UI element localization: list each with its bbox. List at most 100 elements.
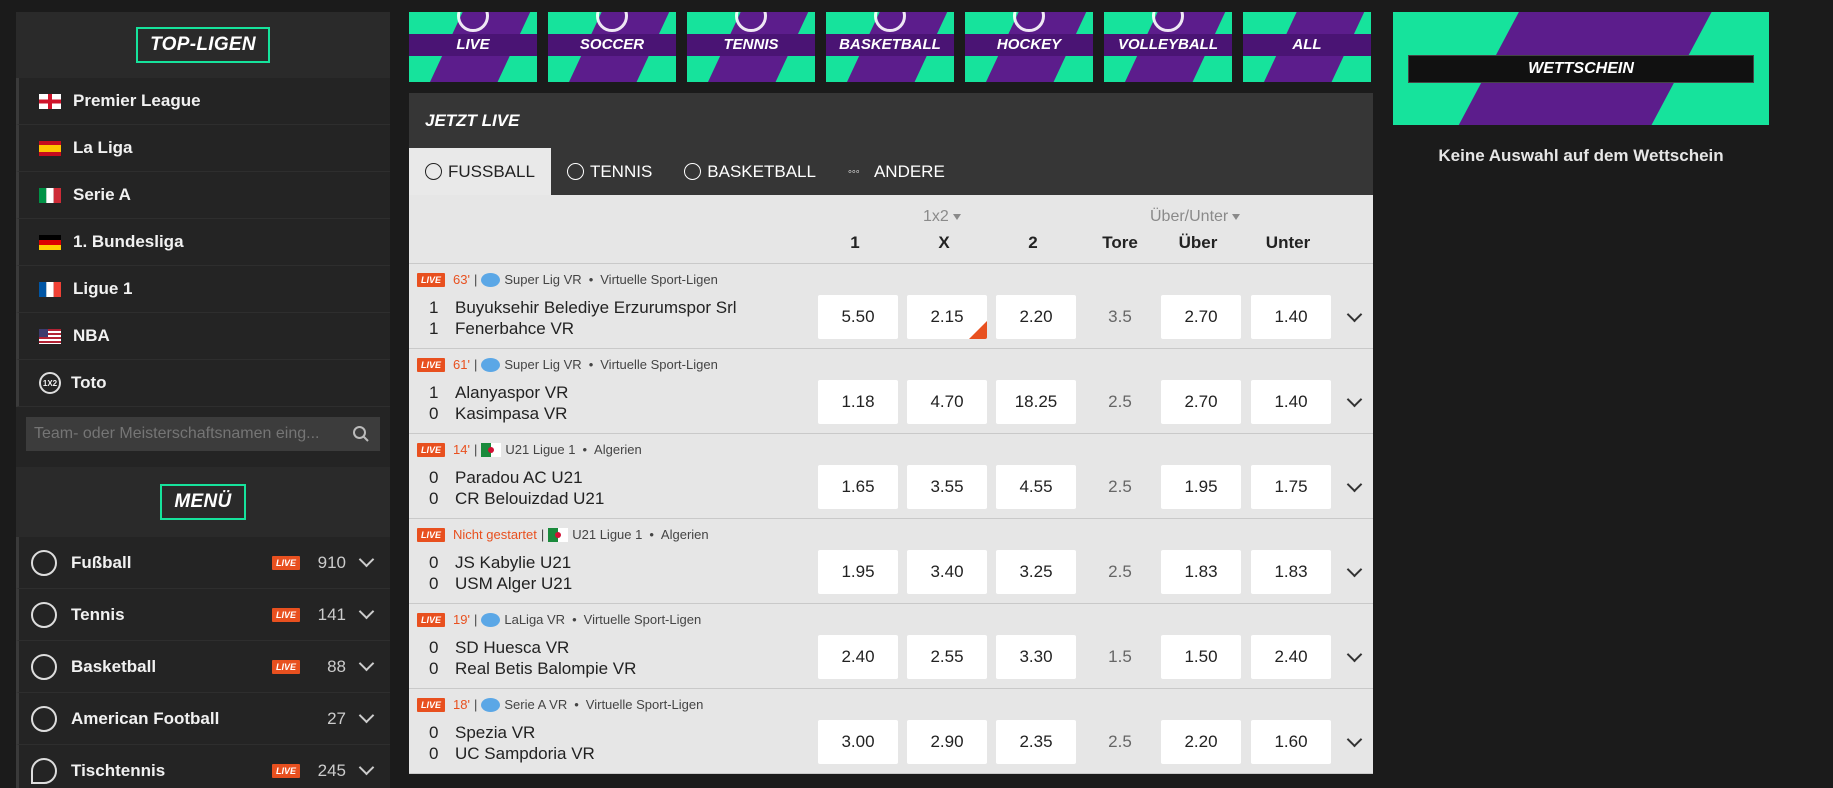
away-team[interactable]: USM Alger U21 — [455, 574, 572, 594]
away-team[interactable]: Fenerbahce VR — [455, 319, 574, 339]
chevron-down-icon[interactable] — [1346, 561, 1363, 578]
globe-icon — [481, 357, 501, 372]
sport-tile-live[interactable]: LIVE — [409, 12, 537, 82]
tab-tennis[interactable]: TENNIS — [551, 148, 668, 195]
odds-button-away[interactable]: 3.25 — [996, 550, 1076, 594]
match-minute: 63' — [453, 272, 470, 287]
odds-button-draw[interactable]: 3.40 — [907, 550, 987, 594]
odds-button-under[interactable]: 1.40 — [1251, 295, 1331, 339]
chevron-down-icon[interactable] — [1346, 646, 1363, 663]
sidebar-item-toto[interactable]: 1X2 Toto — [16, 360, 390, 407]
odds-button-away[interactable]: 4.55 — [996, 465, 1076, 509]
sport-tile-tennis[interactable]: TENNIS — [687, 12, 815, 82]
event-count: 910 — [317, 552, 346, 572]
chevron-down-icon[interactable] — [358, 603, 375, 620]
chevron-down-icon[interactable] — [1346, 731, 1363, 748]
away-team[interactable]: UC Sampdoria VR — [455, 744, 595, 764]
home-team[interactable]: Alanyaspor VR — [455, 383, 568, 403]
odds-button-over[interactable]: 1.50 — [1161, 635, 1241, 679]
home-score: 0 — [429, 553, 439, 572]
chevron-down-icon[interactable] — [358, 551, 375, 568]
odds-button-over[interactable]: 2.70 — [1161, 380, 1241, 424]
search-icon[interactable] — [352, 425, 370, 443]
away-team[interactable]: Kasimpasa VR — [455, 404, 567, 424]
odds-button-draw[interactable]: 2.90 — [907, 720, 987, 764]
odds-button-under[interactable]: 1.60 — [1251, 720, 1331, 764]
sidebar-item-league[interactable]: La Liga — [16, 125, 390, 172]
chevron-down-icon[interactable] — [358, 707, 375, 724]
away-team[interactable]: Real Betis Balompie VR — [455, 659, 636, 679]
chevron-down-icon[interactable] — [358, 759, 375, 776]
odds-button-away[interactable]: 2.20 — [996, 295, 1076, 339]
sidebar: TOP-LIGEN Premier League La Liga Serie A 1.… — [16, 12, 390, 788]
odds-button-under[interactable]: 2.40 — [1251, 635, 1331, 679]
home-team[interactable]: SD Huesca VR — [455, 638, 569, 658]
odds-button-draw[interactable]: 2.15 — [907, 295, 987, 339]
match-info: LIVE 18' | Serie A VR • Virtuelle Sport-Ligen — [417, 697, 703, 712]
sidebar-item-league[interactable]: NBA — [16, 313, 390, 360]
tab-fussball[interactable]: FUSSBALL — [409, 148, 551, 195]
odds-button-home[interactable]: 2.40 — [818, 635, 898, 679]
away-team[interactable]: CR Belouizdad U21 — [455, 489, 604, 509]
odds-button-under[interactable]: 1.83 — [1251, 550, 1331, 594]
sidebar-item-label: Basketball — [71, 656, 157, 676]
chevron-down-icon[interactable] — [1346, 391, 1363, 408]
chevron-down-icon[interactable] — [358, 655, 375, 672]
sport-tile-label: SOCCER — [579, 36, 645, 53]
match-info: LIVE 63' | Super Lig VR • Virtuelle Sport-Lig… — [417, 272, 718, 287]
home-score: 0 — [429, 468, 439, 487]
sidebar-item-sport[interactable]: Fußball LIVE 910 — [16, 537, 390, 589]
tennis-ball-icon — [566, 163, 584, 180]
odds-button-draw[interactable]: 3.55 — [907, 465, 987, 509]
sport-tile-all[interactable]: ALL — [1243, 12, 1371, 82]
odds-button-under[interactable]: 1.40 — [1251, 380, 1331, 424]
odds-button-home[interactable]: 3.00 — [818, 720, 898, 764]
chevron-down-icon[interactable] — [1346, 306, 1363, 323]
home-team[interactable]: Paradou AC U21 — [455, 468, 583, 488]
sport-tile-volleyball[interactable]: VOLLEYBALL — [1104, 12, 1232, 82]
sidebar-item-league[interactable]: 1. Bundesliga — [16, 219, 390, 266]
odds-value: 1.95 — [1184, 477, 1218, 496]
chevron-down-icon[interactable] — [1346, 476, 1363, 493]
match-row: LIVE 19' | LaLiga VR • Virtuelle Sport-Ligen 0… — [409, 604, 1373, 689]
odds-button-away[interactable]: 2.35 — [996, 720, 1076, 764]
separator: • — [572, 612, 577, 627]
home-team[interactable]: Spezia VR — [455, 723, 535, 743]
tab-andere[interactable]: ◦◦◦ ANDERE — [832, 148, 961, 195]
bet-slip-banner[interactable]: WETTSCHEIN — [1393, 12, 1769, 125]
goal-line: 2.5 — [1108, 562, 1132, 581]
odds-button-home[interactable]: 1.95 — [818, 550, 898, 594]
odds-button-home[interactable]: 5.50 — [818, 295, 898, 339]
sport-tile-hockey[interactable]: HOCKEY — [965, 12, 1093, 82]
odds-button-over[interactable]: 2.70 — [1161, 295, 1241, 339]
sidebar-item-league[interactable]: Ligue 1 — [16, 266, 390, 313]
odds-button-home[interactable]: 1.18 — [818, 380, 898, 424]
sidebar-item-sport[interactable]: Tennis LIVE 141 — [16, 589, 390, 641]
tennis-icon — [735, 12, 767, 32]
odds-button-draw[interactable]: 2.55 — [907, 635, 987, 679]
odds-button-away[interactable]: 18.25 — [996, 380, 1076, 424]
sidebar-item-league[interactable]: Serie A — [16, 172, 390, 219]
odds-value: 2.90 — [930, 732, 964, 751]
sidebar-item-sport[interactable]: Basketball LIVE 88 — [16, 641, 390, 693]
match-minute: 61' — [453, 357, 470, 372]
home-team[interactable]: JS Kabylie U21 — [455, 553, 571, 573]
odds-button-away[interactable]: 3.30 — [996, 635, 1076, 679]
market-select-1x2[interactable]: 1x2 — [923, 208, 961, 226]
tab-basketball[interactable]: BASKETBALL — [668, 148, 832, 195]
sidebar-item-sport[interactable]: Tischtennis LIVE 245 — [16, 745, 390, 788]
sidebar-item-sport[interactable]: American Football 27 — [16, 693, 390, 745]
odds-button-over[interactable]: 2.20 — [1161, 720, 1241, 764]
search-input[interactable] — [26, 424, 352, 444]
odds-button-under[interactable]: 1.75 — [1251, 465, 1331, 509]
sidebar-item-league[interactable]: Premier League — [16, 78, 390, 125]
odds-button-over[interactable]: 1.95 — [1161, 465, 1241, 509]
market-select-over-under[interactable]: Über/Unter — [1150, 208, 1241, 226]
sport-tile-basketball[interactable]: BASKETBALL — [826, 12, 954, 82]
odds-button-over[interactable]: 1.83 — [1161, 550, 1241, 594]
menu-title: MENÜ — [160, 484, 246, 520]
odds-button-draw[interactable]: 4.70 — [907, 380, 987, 424]
home-team[interactable]: Buyuksehir Belediye Erzurumspor Srl — [455, 298, 737, 318]
odds-button-home[interactable]: 1.65 — [818, 465, 898, 509]
sport-tile-soccer[interactable]: SOCCER — [548, 12, 676, 82]
